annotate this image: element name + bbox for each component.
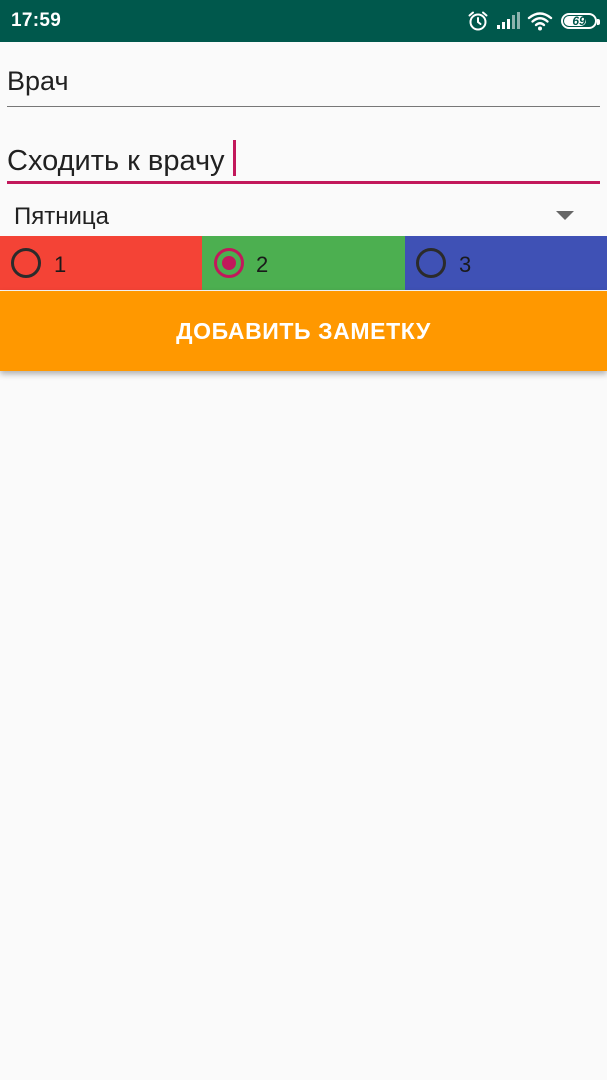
day-spinner[interactable]: Пятница (0, 196, 607, 236)
radio-button-icon[interactable] (11, 248, 41, 278)
alarm-icon (468, 11, 488, 31)
title-field-value: Врач (7, 66, 69, 96)
priority-radio-group: 1 2 3 (0, 236, 607, 290)
battery-icon: 69 (561, 13, 600, 29)
dropdown-arrow-icon (556, 211, 574, 220)
priority-option-2[interactable]: 2 (202, 236, 405, 290)
title-field[interactable]: Врач (7, 60, 600, 107)
battery-percent: 69 (572, 14, 586, 28)
priority-option-label: 1 (54, 252, 67, 277)
priority-option-label: 2 (256, 252, 269, 277)
status-bar: 17:59 69 (0, 0, 607, 42)
day-spinner-value: Пятница (14, 203, 109, 230)
wifi-icon (527, 12, 553, 31)
radio-button-icon[interactable] (416, 248, 446, 278)
text-cursor (232, 140, 236, 176)
note-field[interactable]: Сходить к врачу (7, 136, 600, 184)
priority-option-1[interactable]: 1 (0, 236, 202, 290)
status-icons: 69 (467, 9, 600, 33)
radio-button-checked-icon[interactable] (214, 248, 244, 278)
note-field-value: Сходить к врачу (7, 145, 225, 177)
signal-icon (497, 12, 520, 29)
priority-option-3[interactable]: 3 (405, 236, 607, 290)
priority-option-label: 3 (459, 252, 472, 277)
status-time: 17:59 (11, 10, 62, 31)
add-note-button[interactable]: ДОБАВИТЬ ЗАМЕТКУ (0, 291, 607, 371)
